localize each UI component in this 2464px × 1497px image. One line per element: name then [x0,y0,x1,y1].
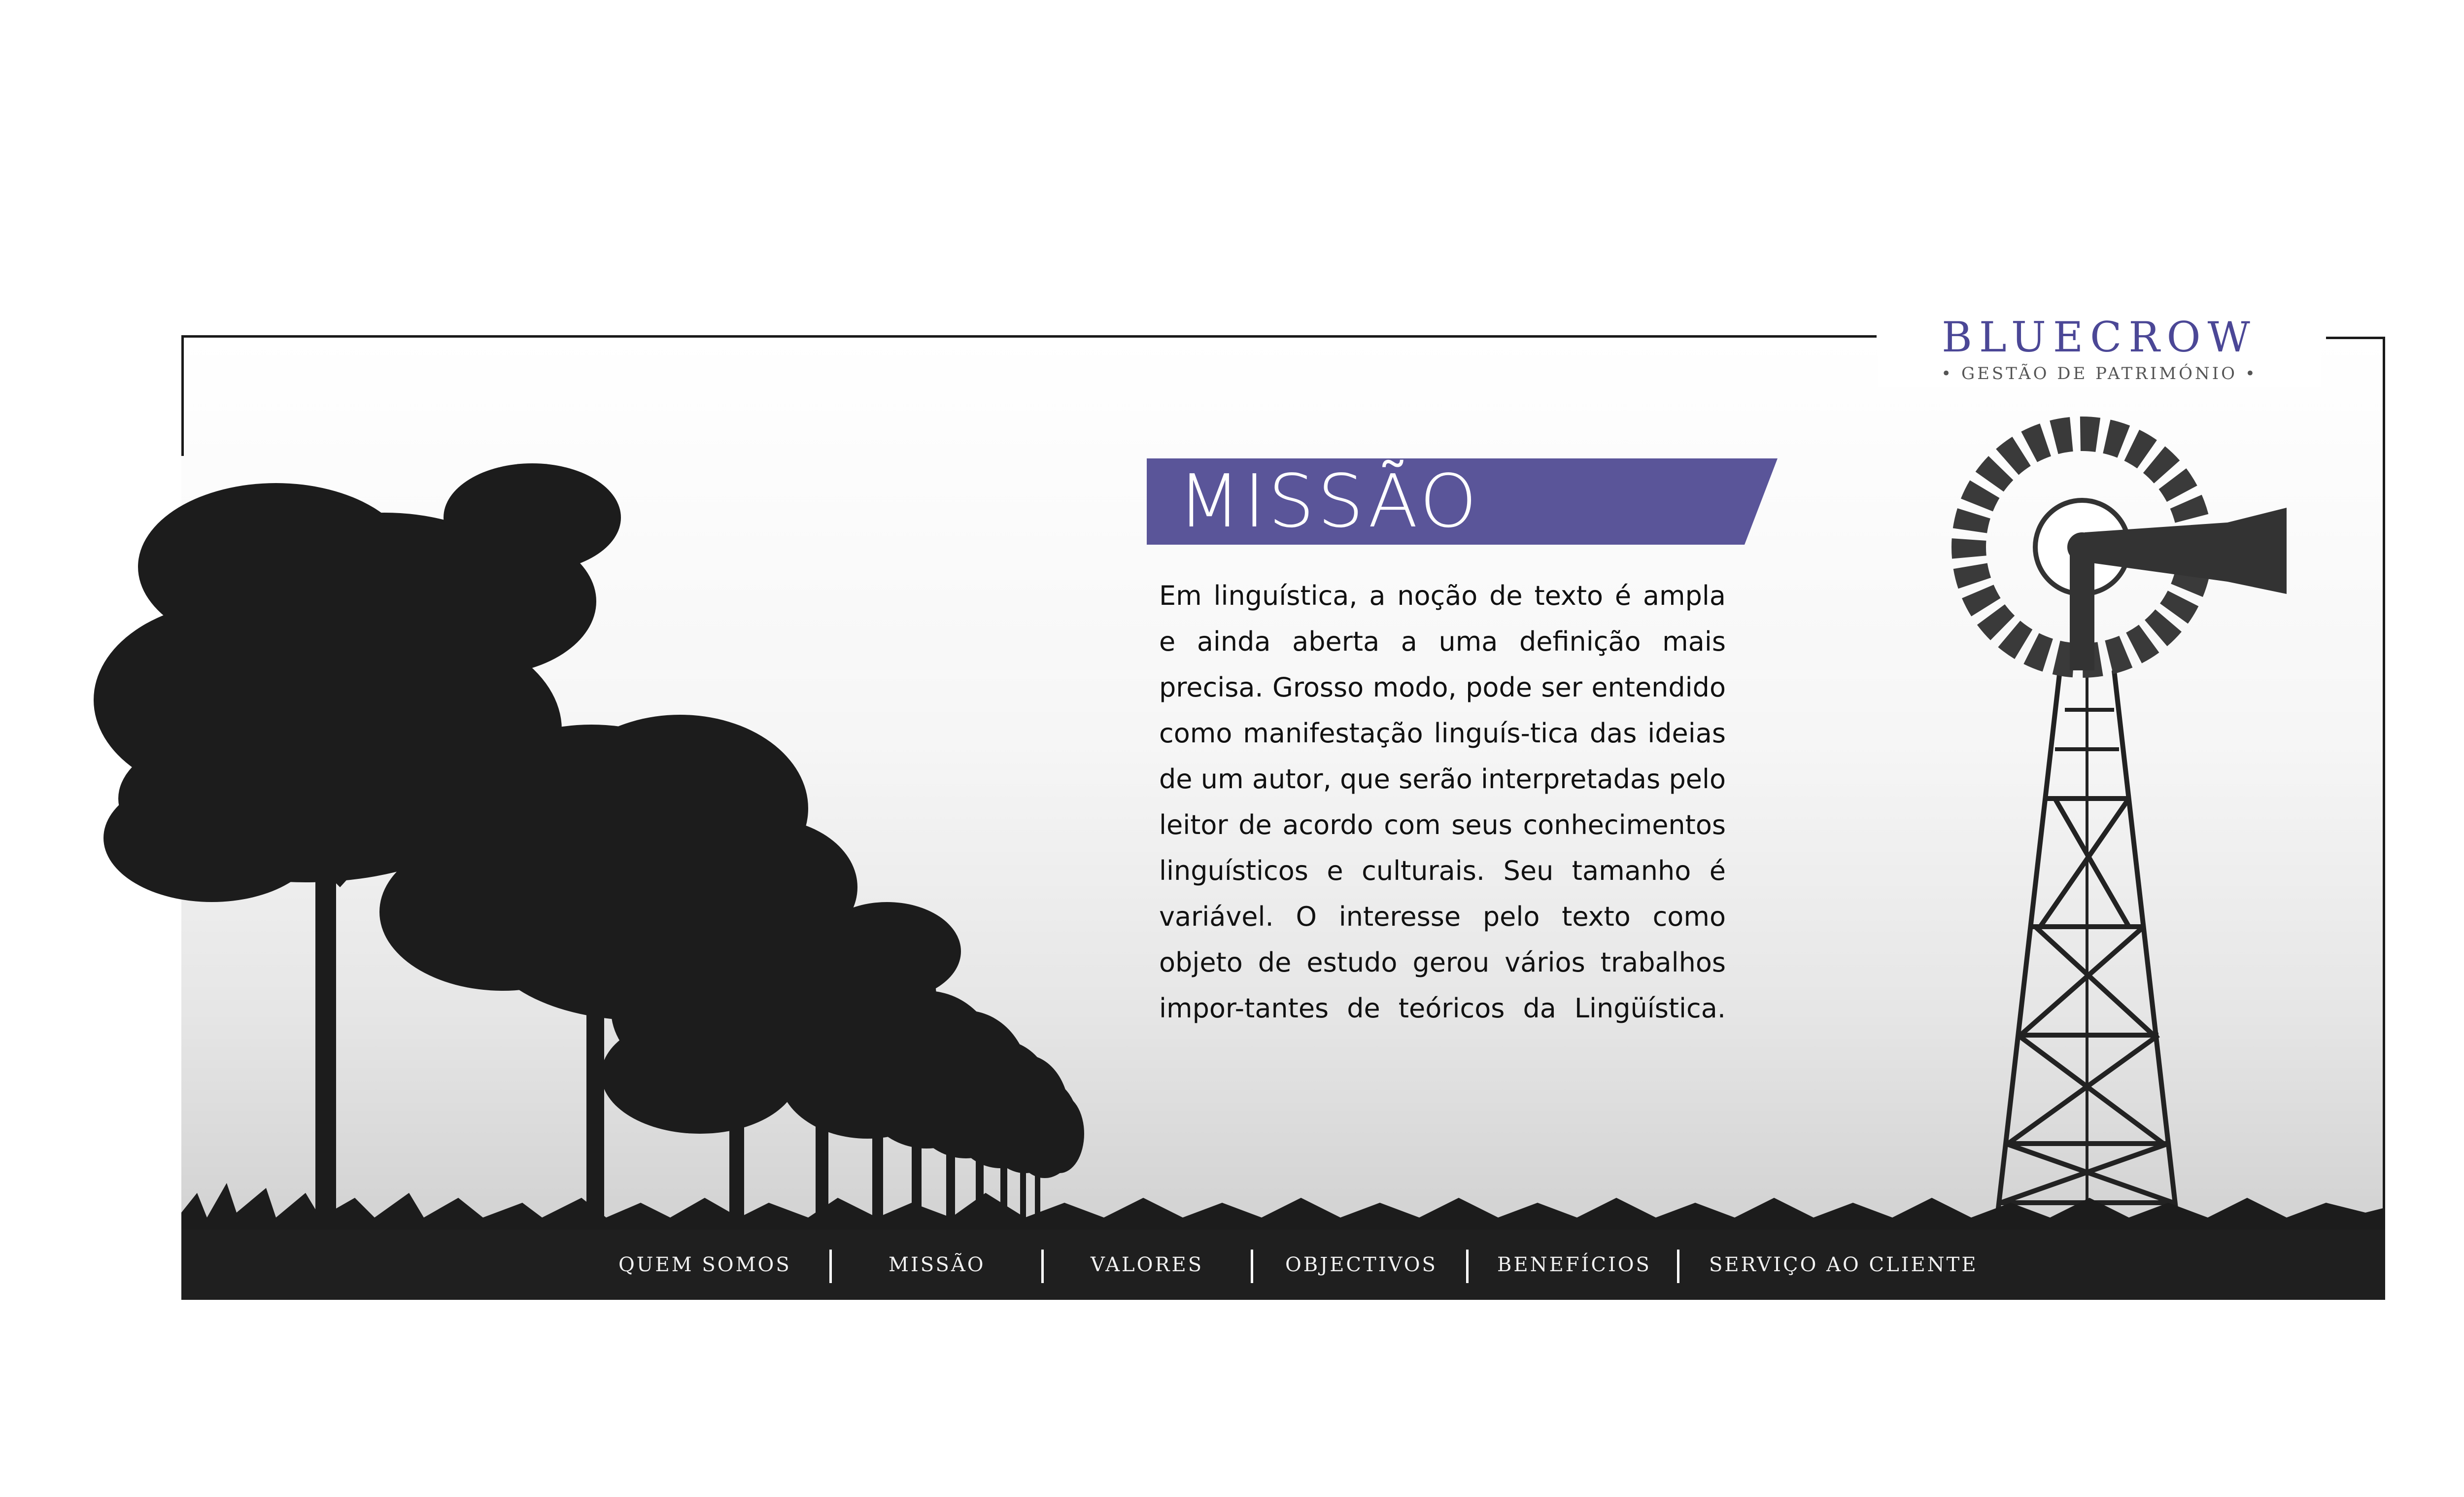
nav-item-beneficios[interactable]: BENEFÍCIOS [1497,1230,1651,1300]
nav-item-missao[interactable]: MISSÃO [889,1230,986,1300]
nav-separator [1041,1250,1044,1283]
nav-separator [1466,1250,1469,1283]
nav-item-objectivos[interactable]: OBJECTIVOS [1285,1230,1437,1300]
bottom-nav: QUEM SOMOS MISSÃO VALORES OBJECTIVOS BEN… [181,1230,2385,1300]
section-title: MISSÃO [1178,459,1480,544]
trees-silhouette [94,463,1084,1232]
nav-separator [1251,1250,1253,1283]
section-body-text: Em linguística, a noção de texto é ampla… [1159,580,1726,1024]
nav-separator [1677,1250,1679,1283]
nav-item-valores[interactable]: VALORES [1091,1230,1203,1300]
tree-trunk [315,838,336,1232]
windmill-silhouette [1993,670,2181,1230]
nav-item-servico-ao-cliente[interactable]: SERVIÇO AO CLIENTE [1709,1230,1978,1300]
grass-silhouette [181,1183,2385,1232]
nav-item-quem-somos[interactable]: QUEM SOMOS [618,1230,791,1300]
nav-separator [829,1250,832,1283]
windmill-head [1951,417,2287,678]
